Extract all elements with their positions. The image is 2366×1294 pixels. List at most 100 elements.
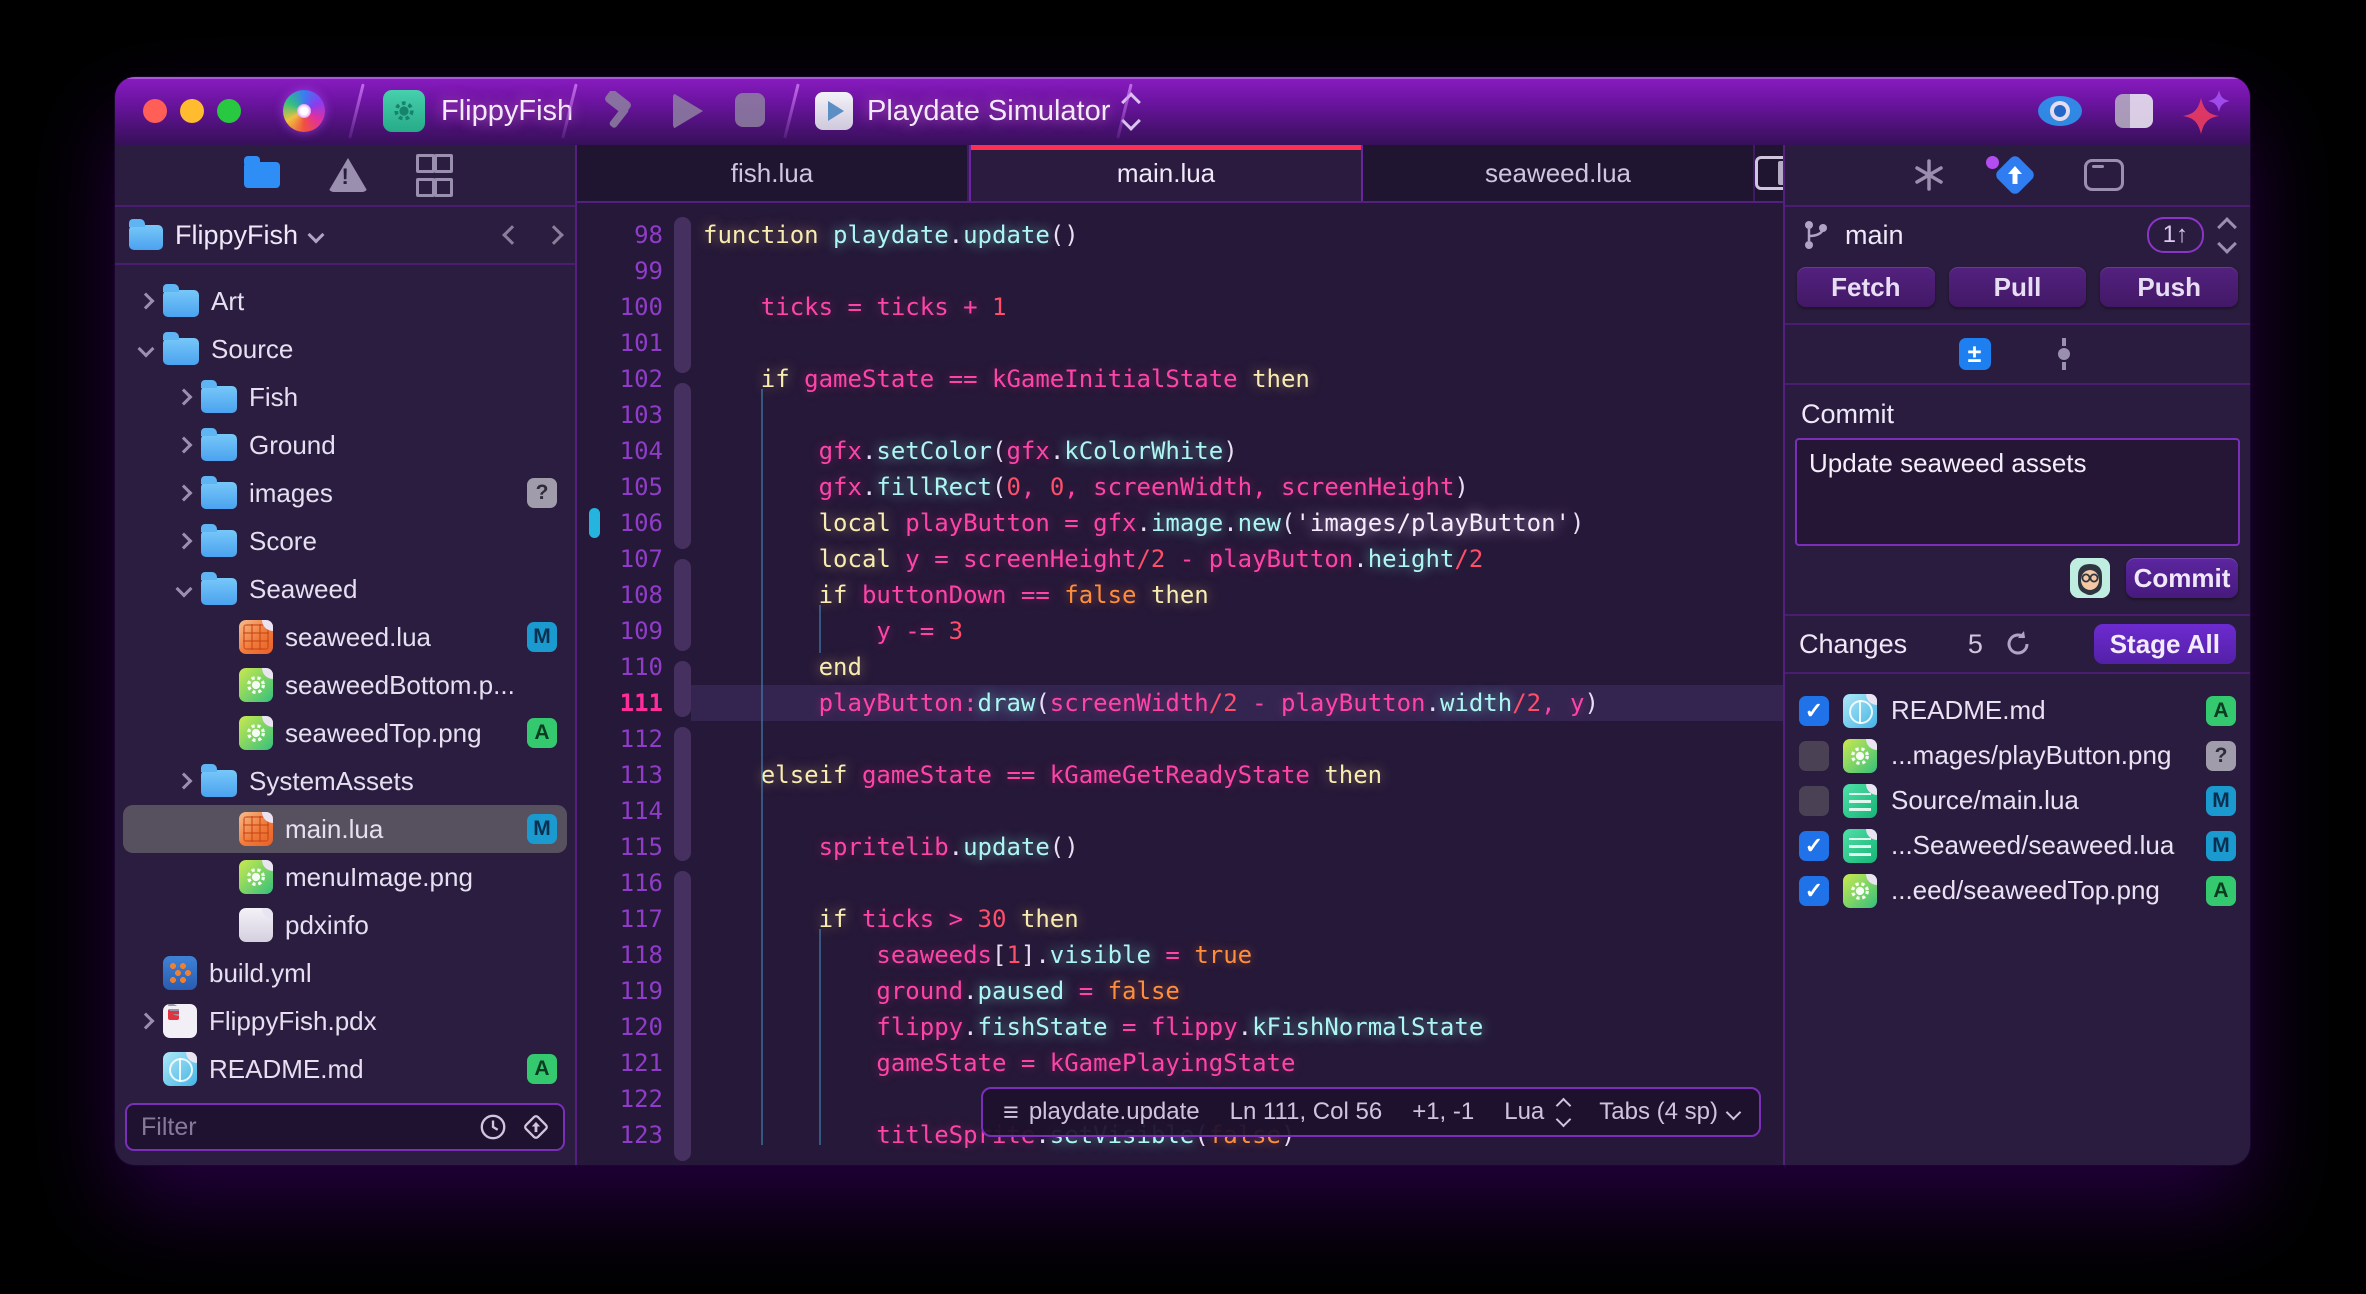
tree-item-Score[interactable]: Score xyxy=(123,517,567,565)
stop-icon[interactable] xyxy=(735,93,765,127)
symbol-breadcrumb[interactable]: ≡ playdate.update xyxy=(1003,1097,1200,1128)
chevron-right-icon[interactable] xyxy=(167,391,201,403)
chevron-down-icon[interactable] xyxy=(129,343,163,355)
tree-item-Fish[interactable]: Fish xyxy=(123,373,567,421)
tree-item-pdxinfo[interactable]: pdxinfo xyxy=(123,901,567,949)
code-line-106[interactable]: 106 local playButton = gfx.image.new('im… xyxy=(577,505,1785,541)
project-row[interactable]: FlippyFish xyxy=(115,207,575,265)
checkbox-unchecked[interactable] xyxy=(1799,741,1829,771)
language-selector[interactable]: Lua xyxy=(1504,1098,1569,1126)
code-area[interactable]: 98function playdate.update()99100 ticks … xyxy=(577,203,1785,1165)
issues-tab-icon[interactable] xyxy=(328,158,368,192)
chevron-right-icon[interactable] xyxy=(167,775,201,787)
tree-item-seaweed.lua[interactable]: seaweed.luaM xyxy=(123,613,567,661)
change-row-README.md[interactable]: ✓README.mdA xyxy=(1785,688,2250,733)
fold-ribbon[interactable] xyxy=(674,217,691,373)
tree-item-images[interactable]: images? xyxy=(123,469,567,517)
chevron-down-icon[interactable] xyxy=(167,583,201,595)
tree-item-build.yml[interactable]: build.yml xyxy=(123,949,567,997)
build-hammer-icon[interactable] xyxy=(597,91,641,131)
code-line-101[interactable]: 101 xyxy=(577,325,1785,361)
changes-view-icon[interactable]: ± xyxy=(1959,338,1991,370)
code-line-104[interactable]: 104 gfx.setColor(gfx.kColorWhite) xyxy=(577,433,1785,469)
sparkle-ai-icon[interactable] xyxy=(2181,90,2233,136)
checkbox-unchecked[interactable] xyxy=(1799,786,1829,816)
code-line-107[interactable]: 107 local y = screenHeight/2 - playButto… xyxy=(577,541,1785,577)
chevron-right-icon[interactable] xyxy=(167,439,201,451)
code-line-103[interactable]: 103 xyxy=(577,397,1785,433)
indent-selector[interactable]: Tabs (4 sp) xyxy=(1599,1098,1739,1126)
code-line-113[interactable]: 113 elseif gameState == kGameGetReadySta… xyxy=(577,757,1785,793)
files-tab-icon[interactable] xyxy=(244,162,280,188)
commit-button[interactable]: Commit xyxy=(2126,558,2238,598)
code-line-121[interactable]: 121 gameState = kGamePlayingState xyxy=(577,1045,1785,1081)
refresh-icon[interactable] xyxy=(2003,629,2033,659)
tree-item-main.lua[interactable]: main.luaM xyxy=(123,805,567,853)
source-control-tab-icon[interactable] xyxy=(2000,160,2030,190)
fetch-button[interactable]: Fetch xyxy=(1797,267,1935,307)
code-line-102[interactable]: 102 if gameState == kGameInitialState th… xyxy=(577,361,1785,397)
code-line-116[interactable]: 116 xyxy=(577,865,1785,901)
fold-ribbon[interactable] xyxy=(674,661,691,717)
code-line-119[interactable]: 119 ground.paused = false xyxy=(577,973,1785,1009)
code-line-105[interactable]: 105 gfx.fillRect(0, 0, screenWidth, scre… xyxy=(577,469,1785,505)
code-line-111[interactable]: 111 playButton:draw(screenWidth/2 - play… xyxy=(577,685,1785,721)
fold-ribbon[interactable] xyxy=(674,871,691,1161)
code-line-118[interactable]: 118 seaweeds[1].visible = true xyxy=(577,937,1785,973)
chevron-right-icon[interactable] xyxy=(167,535,201,547)
code-line-120[interactable]: 120 flippy.fishState = flippy.kFishNorma… xyxy=(577,1009,1785,1045)
fold-ribbon[interactable] xyxy=(674,559,691,651)
code-line-108[interactable]: 108 if buttonDown == false then xyxy=(577,577,1785,613)
tree-item-seaweedBottom.p...[interactable]: seaweedBottom.p... xyxy=(123,661,567,709)
chevron-right-icon[interactable] xyxy=(167,487,201,499)
code-line-110[interactable]: 110 end xyxy=(577,649,1785,685)
tree-item-FlippyFish.pdx[interactable]: FlippyFish.pdx xyxy=(123,997,567,1045)
code-line-112[interactable]: 112 xyxy=(577,721,1785,757)
symbols-asterisk-icon[interactable] xyxy=(1912,158,1946,192)
remote-tab-icon[interactable] xyxy=(2084,159,2124,191)
branch-name[interactable]: main xyxy=(1845,220,1904,251)
extensions-grid-icon[interactable] xyxy=(416,154,447,197)
tree-item-Ground[interactable]: Ground xyxy=(123,421,567,469)
push-button[interactable]: Push xyxy=(2100,267,2238,307)
code-line-99[interactable]: 99 xyxy=(577,253,1785,289)
checkbox-checked[interactable]: ✓ xyxy=(1799,831,1829,861)
sort-filter-icon[interactable] xyxy=(521,1111,551,1143)
tree-item-Source[interactable]: Source xyxy=(123,325,567,373)
project-folder-icon[interactable] xyxy=(383,90,425,132)
code-line-100[interactable]: 100 ticks = ticks + 1 xyxy=(577,289,1785,325)
tab-main.lua[interactable]: main.lua xyxy=(969,145,1363,201)
tree-item-Art[interactable]: Art xyxy=(123,277,567,325)
change-row-...eed/seaweedTop.png[interactable]: ✓...eed/seaweedTop.pngA xyxy=(1785,868,2250,913)
recent-clock-icon[interactable] xyxy=(479,1112,507,1142)
fold-ribbon[interactable] xyxy=(674,727,691,861)
code-line-117[interactable]: 117 if ticks > 30 then xyxy=(577,901,1785,937)
code-line-114[interactable]: 114 xyxy=(577,793,1785,829)
run-play-icon[interactable] xyxy=(673,93,703,129)
tree-item-Seaweed[interactable]: Seaweed xyxy=(123,565,567,613)
filter-input[interactable] xyxy=(139,1112,465,1143)
sidebar-layout-icon[interactable] xyxy=(2115,94,2153,128)
tab-seaweed.lua[interactable]: seaweed.lua xyxy=(1363,145,1755,201)
run-target-selector[interactable]: Playdate Simulator xyxy=(867,77,1138,145)
branch-switcher-icon[interactable] xyxy=(2220,220,2234,251)
change-row-Source/main.lua[interactable]: Source/main.luaM xyxy=(1785,778,2250,823)
commit-message-input[interactable]: Update seaweed assets xyxy=(1795,438,2240,546)
tree-item-README.md[interactable]: README.mdA xyxy=(123,1045,567,1093)
checkbox-checked[interactable]: ✓ xyxy=(1799,696,1829,726)
close-traffic-light[interactable] xyxy=(143,99,167,123)
tree-item-menuImage.png[interactable]: menuImage.png xyxy=(123,853,567,901)
chevron-right-icon[interactable] xyxy=(129,1015,163,1027)
code-line-109[interactable]: 109 y -= 3 xyxy=(577,613,1785,649)
preview-eye-icon[interactable] xyxy=(2037,95,2083,127)
change-row-...Seaweed/seaweed.lua[interactable]: ✓...Seaweed/seaweed.luaM xyxy=(1785,823,2250,868)
tree-item-seaweedTop.png[interactable]: seaweedTop.pngA xyxy=(123,709,567,757)
nav-forward-icon[interactable] xyxy=(544,225,564,245)
zoom-traffic-light[interactable] xyxy=(217,99,241,123)
minimize-traffic-light[interactable] xyxy=(180,99,204,123)
stage-all-button[interactable]: Stage All xyxy=(2094,624,2236,664)
tab-fish.lua[interactable]: fish.lua xyxy=(577,145,969,201)
code-line-115[interactable]: 115 spritelib.update() xyxy=(577,829,1785,865)
commits-view-icon[interactable] xyxy=(2051,336,2077,372)
tree-item-SystemAssets[interactable]: SystemAssets xyxy=(123,757,567,805)
